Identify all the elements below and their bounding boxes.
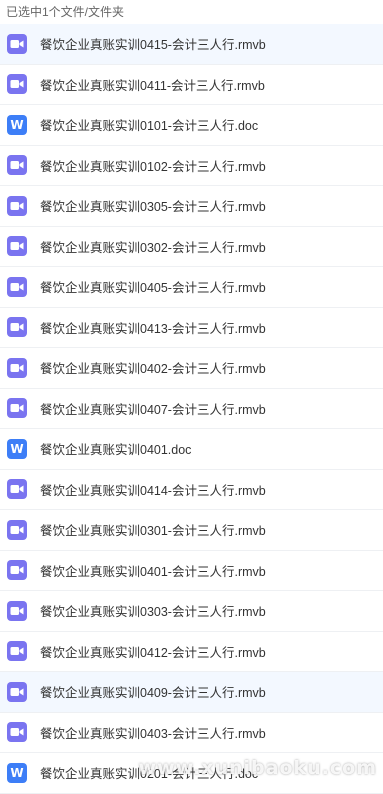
file-name[interactable]: 餐饮企业真账实训0303-会计三人行.rmvb	[40, 601, 266, 620]
word-doc-icon: W	[7, 438, 27, 459]
file-name[interactable]: 餐饮企业真账实训0301-会计三人行.rmvb	[40, 520, 266, 539]
file-row[interactable]: 餐饮企业真账实训0411-会计三人行.rmvb	[0, 64, 383, 105]
video-file-icon	[7, 600, 27, 621]
selection-status: 已选中1个文件/文件夹	[0, 0, 383, 24]
word-icon-letter: W	[10, 441, 24, 456]
video-file-icon	[7, 155, 27, 176]
video-file-icon	[7, 722, 27, 743]
file-name[interactable]: 餐饮企业真账实训0409-会计三人行.rmvb	[40, 682, 266, 701]
file-row[interactable]: 餐饮企业真账实训0403-会计三人行.rmvb	[0, 712, 383, 753]
file-name[interactable]: 餐饮企业真账实训0102-会计三人行.rmvb	[40, 156, 266, 175]
file-row[interactable]: 餐饮企业真账实训0405-会计三人行.rmvb	[0, 267, 383, 308]
file-name[interactable]: 餐饮企业真账实训0305-会计三人行.rmvb	[40, 196, 266, 215]
file-name[interactable]: 餐饮企业真账实训0101-会计三人行.doc	[40, 115, 258, 134]
file-name[interactable]: 餐饮企业真账实训0411-会计三人行.rmvb	[40, 75, 265, 94]
video-file-icon	[7, 74, 27, 95]
file-name[interactable]: 餐饮企业真账实训0407-会计三人行.rmvb	[40, 399, 266, 418]
file-row[interactable]: 餐饮企业真账实训0409-会计三人行.rmvb	[0, 672, 383, 713]
video-file-icon	[7, 641, 27, 662]
video-file-icon	[7, 317, 27, 338]
video-file-icon	[7, 195, 27, 216]
video-file-icon	[7, 357, 27, 378]
file-row[interactable]: 餐饮企业真账实训0412-会计三人行.rmvb	[0, 631, 383, 672]
file-row[interactable]: 餐饮企业真账实训0302-会计三人行.rmvb	[0, 226, 383, 267]
file-name[interactable]: 餐饮企业真账实训0401.doc	[40, 439, 191, 458]
video-file-icon	[7, 276, 27, 297]
file-name[interactable]: 餐饮企业真账实训0415-会计三人行.rmvb	[40, 34, 266, 53]
video-file-icon	[7, 33, 27, 54]
file-row[interactable]: 餐饮企业真账实训0407-会计三人行.rmvb	[0, 388, 383, 429]
file-name[interactable]: 餐饮企业真账实训0403-会计三人行.rmvb	[40, 723, 266, 742]
word-doc-icon: W	[7, 762, 27, 783]
file-row[interactable]: 餐饮企业真账实训0402-会计三人行.rmvb	[0, 348, 383, 389]
file-name[interactable]: 餐饮企业真账实训0401-会计三人行.rmvb	[40, 561, 266, 580]
file-name[interactable]: 餐饮企业真账实训0412-会计三人行.rmvb	[40, 642, 266, 661]
video-file-icon	[7, 560, 27, 581]
file-row[interactable]: 餐饮企业真账实训0301-会计三人行.rmvb	[0, 510, 383, 551]
file-name[interactable]: 餐饮企业真账实训0414-会计三人行.rmvb	[40, 480, 266, 499]
file-row[interactable]: 餐饮企业真账实训0413-会计三人行.rmvb	[0, 307, 383, 348]
file-row[interactable]: W 餐饮企业真账实训0101-会计三人行.doc	[0, 105, 383, 146]
file-name[interactable]: 餐饮企业真账实训0413-会计三人行.rmvb	[40, 318, 266, 337]
file-row[interactable]: W 餐饮企业真账实训0401.doc	[0, 429, 383, 470]
video-file-icon	[7, 236, 27, 257]
watermark: www.xunibaoku.com	[138, 757, 377, 779]
file-row[interactable]: 餐饮企业真账实训0414-会计三人行.rmvb	[0, 469, 383, 510]
file-row[interactable]: 餐饮企业真账实训0303-会计三人行.rmvb	[0, 591, 383, 632]
video-file-icon	[7, 519, 27, 540]
file-name[interactable]: 餐饮企业真账实训0402-会计三人行.rmvb	[40, 358, 266, 377]
file-row[interactable]: 餐饮企业真账实训0401-会计三人行.rmvb	[0, 550, 383, 591]
word-icon-letter: W	[10, 765, 24, 780]
file-name[interactable]: 餐饮企业真账实训0302-会计三人行.rmvb	[40, 237, 266, 256]
video-file-icon	[7, 398, 27, 419]
file-name[interactable]: 餐饮企业真账实训0405-会计三人行.rmvb	[40, 277, 266, 296]
file-list: 餐饮企业真账实训0415-会计三人行.rmvb 餐饮企业真账实训0411-会计三人…	[0, 24, 383, 794]
video-file-icon	[7, 479, 27, 500]
file-row[interactable]: 餐饮企业真账实训0102-会计三人行.rmvb	[0, 145, 383, 186]
word-doc-icon: W	[7, 114, 27, 135]
word-icon-letter: W	[10, 117, 24, 132]
file-row[interactable]: 餐饮企业真账实训0415-会计三人行.rmvb	[0, 24, 383, 65]
file-row[interactable]: 餐饮企业真账实训0305-会计三人行.rmvb	[0, 186, 383, 227]
video-file-icon	[7, 681, 27, 702]
